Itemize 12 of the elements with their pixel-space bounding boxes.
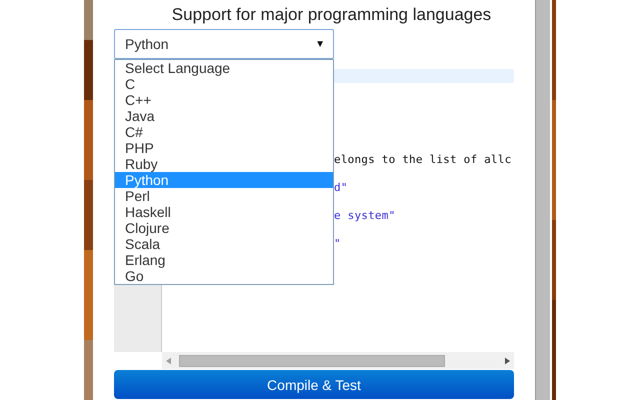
vertical-scrollbar[interactable] <box>535 0 550 400</box>
code-text: elongs to the list of allc <box>334 153 512 166</box>
language-select[interactable]: Python ▼ <box>114 29 334 59</box>
code-text: " <box>334 237 341 250</box>
scroll-right-icon[interactable] <box>505 356 510 364</box>
dropdown-arrow-icon: ▼ <box>315 38 325 50</box>
code-text: d" <box>334 181 348 194</box>
code-text: e system" <box>334 209 396 222</box>
horizontal-scrollbar[interactable] <box>162 352 514 369</box>
compile-button[interactable]: Compile & Test <box>114 370 514 399</box>
heading: Support for major programming languages <box>170 4 492 25</box>
scroll-left-icon[interactable] <box>166 356 171 364</box>
